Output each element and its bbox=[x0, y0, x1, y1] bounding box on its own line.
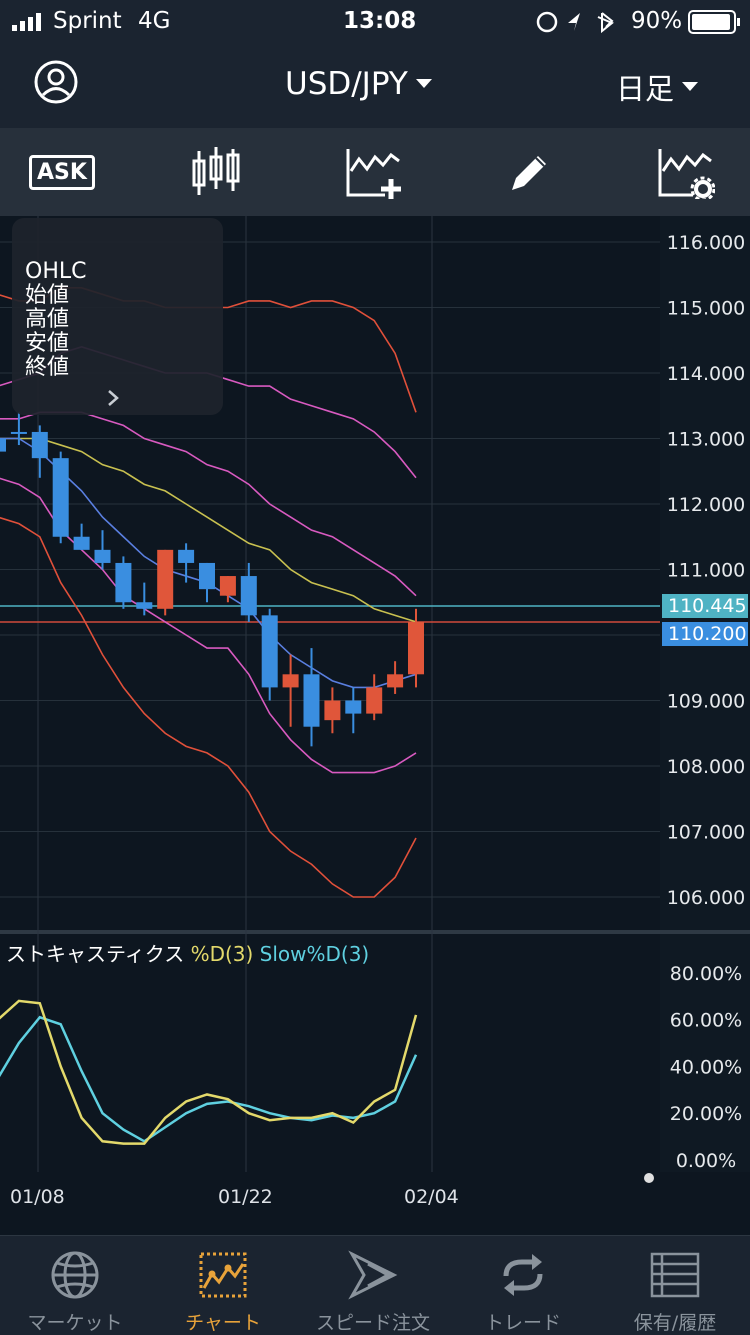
tab-speed-order[interactable]: スピード注文 bbox=[298, 1236, 448, 1335]
candle-body bbox=[387, 674, 404, 688]
add-indicator-button[interactable] bbox=[324, 128, 424, 216]
tab-market[interactable]: マーケット bbox=[0, 1236, 150, 1335]
price-tick-label: 108.000 bbox=[667, 756, 746, 778]
chart-toolbar: ASK bbox=[0, 128, 750, 216]
stoch-tick-label: 40.00% bbox=[670, 1056, 742, 1078]
timeframe-label: 日足 bbox=[616, 72, 675, 106]
tab-label: スピード注文 bbox=[315, 1312, 430, 1334]
carrier: Sprint bbox=[53, 8, 122, 34]
candle-body bbox=[136, 602, 153, 609]
pair-selector[interactable]: USD/JPY bbox=[285, 66, 432, 102]
price-tick-label: 115.000 bbox=[667, 298, 746, 320]
scroll-indicator[interactable] bbox=[644, 1173, 654, 1183]
stoch-tick-label: 20.00% bbox=[670, 1103, 742, 1125]
candle-body bbox=[31, 431, 48, 459]
tab-label: チャート bbox=[185, 1312, 261, 1334]
globe-icon bbox=[51, 1251, 99, 1299]
stoch-legend: ストキャスティクス %D(3) Slow%D(3) bbox=[6, 938, 369, 967]
price-tick-label: 112.000 bbox=[667, 494, 746, 516]
date-label: 01/22 bbox=[218, 1186, 273, 1208]
chart-icon bbox=[199, 1252, 247, 1298]
stoch-d-label: %D(3) bbox=[190, 942, 254, 966]
stoch-tick-label: 60.00% bbox=[670, 1010, 742, 1032]
ohlc-title: OHLC bbox=[25, 259, 87, 284]
high-label: 高値 bbox=[25, 307, 70, 332]
candle-body bbox=[178, 549, 195, 563]
stoch-tick-label: 0.00% bbox=[676, 1150, 736, 1172]
battery-icon bbox=[688, 10, 740, 34]
date-label: 02/04 bbox=[404, 1186, 459, 1208]
tab-chart[interactable]: チャート bbox=[148, 1236, 298, 1335]
add-indicator-icon bbox=[346, 149, 401, 199]
tab-label: マーケット bbox=[27, 1312, 123, 1334]
candle-body bbox=[199, 562, 215, 590]
candle-body bbox=[282, 674, 299, 688]
open-label: 始値 bbox=[25, 283, 70, 308]
price-tick-label: 106.000 bbox=[667, 887, 746, 909]
bid-price: 110.445 bbox=[668, 595, 747, 617]
candle-body bbox=[345, 700, 362, 714]
stoch-tick-label: 80.00% bbox=[670, 963, 742, 985]
tab-trade[interactable]: トレード bbox=[448, 1236, 598, 1335]
candle-body bbox=[303, 674, 320, 727]
price-tick-label: 116.000 bbox=[667, 232, 746, 254]
candle-body bbox=[94, 549, 111, 563]
tab-label: トレード bbox=[484, 1312, 561, 1334]
candle-body bbox=[10, 431, 27, 434]
battery-text: 90% bbox=[631, 8, 683, 34]
clock: 13:08 bbox=[343, 8, 417, 34]
indicator-settings-button[interactable] bbox=[636, 128, 736, 216]
candle-body bbox=[240, 576, 257, 616]
ohlc-panel[interactable]: OHLC 始値 高値 安値 終値 bbox=[12, 218, 223, 415]
draw-button[interactable] bbox=[480, 128, 580, 216]
candle-body bbox=[219, 576, 236, 596]
ask-button[interactable]: ASK bbox=[12, 128, 112, 216]
status-icons bbox=[536, 11, 614, 34]
price-tick-label: 111.000 bbox=[667, 560, 746, 582]
tab-label: 保有/履歴 bbox=[633, 1312, 717, 1334]
candle-body bbox=[157, 549, 174, 609]
stoch-slow-label: Slow%D(3) bbox=[259, 942, 370, 966]
account-icon[interactable] bbox=[34, 60, 78, 104]
tab-bar: マーケット チャート スピード注文 トレード 保有/履歴 bbox=[0, 1235, 750, 1335]
app-bar: USD/JPY 日足 bbox=[0, 44, 750, 128]
low-label: 安値 bbox=[25, 331, 70, 356]
ask-label: ASK bbox=[29, 154, 95, 190]
bid-price-tag: 110.445 bbox=[662, 594, 748, 618]
price-tick-label: 113.000 bbox=[667, 429, 746, 451]
candle-body bbox=[52, 458, 69, 537]
indicator-settings-icon bbox=[658, 149, 715, 199]
close-label: 終値 bbox=[25, 355, 70, 380]
candle-body bbox=[73, 536, 90, 550]
candle-body bbox=[115, 562, 132, 603]
candle-body bbox=[408, 621, 424, 675]
candlestick-icon bbox=[192, 147, 240, 195]
candle-body bbox=[366, 687, 383, 714]
price-tick-label: 114.000 bbox=[667, 363, 746, 385]
network: 4G bbox=[138, 8, 171, 34]
stoch-title: ストキャスティクス bbox=[6, 942, 185, 966]
chevron-right-icon[interactable] bbox=[106, 388, 120, 408]
list-icon bbox=[650, 1252, 700, 1298]
pencil-icon bbox=[512, 156, 546, 190]
status-bar: Sprint 4G 13:08 90% bbox=[0, 0, 750, 44]
tab-positions-history[interactable]: 保有/履歴 bbox=[600, 1236, 750, 1335]
price-tick-label: 109.000 bbox=[667, 691, 746, 713]
speed-icon bbox=[348, 1250, 398, 1300]
candle-body bbox=[0, 438, 6, 452]
chevron-down-icon bbox=[415, 79, 432, 88]
candle-body bbox=[261, 615, 278, 688]
date-label: 01/08 bbox=[10, 1186, 65, 1208]
price-tick-label: 107.000 bbox=[667, 822, 746, 844]
refresh-icon bbox=[503, 1254, 543, 1296]
timeframe-selector[interactable]: 日足 bbox=[616, 66, 699, 108]
candle-body bbox=[324, 700, 341, 721]
ask-price-tag: 110.200 bbox=[662, 622, 748, 646]
ask-price: 110.200 bbox=[668, 623, 747, 645]
chevron-down-icon bbox=[682, 82, 699, 91]
signal-icon bbox=[12, 13, 41, 31]
chart-type-button[interactable] bbox=[166, 128, 266, 216]
pair-label: USD/JPY bbox=[285, 66, 408, 102]
